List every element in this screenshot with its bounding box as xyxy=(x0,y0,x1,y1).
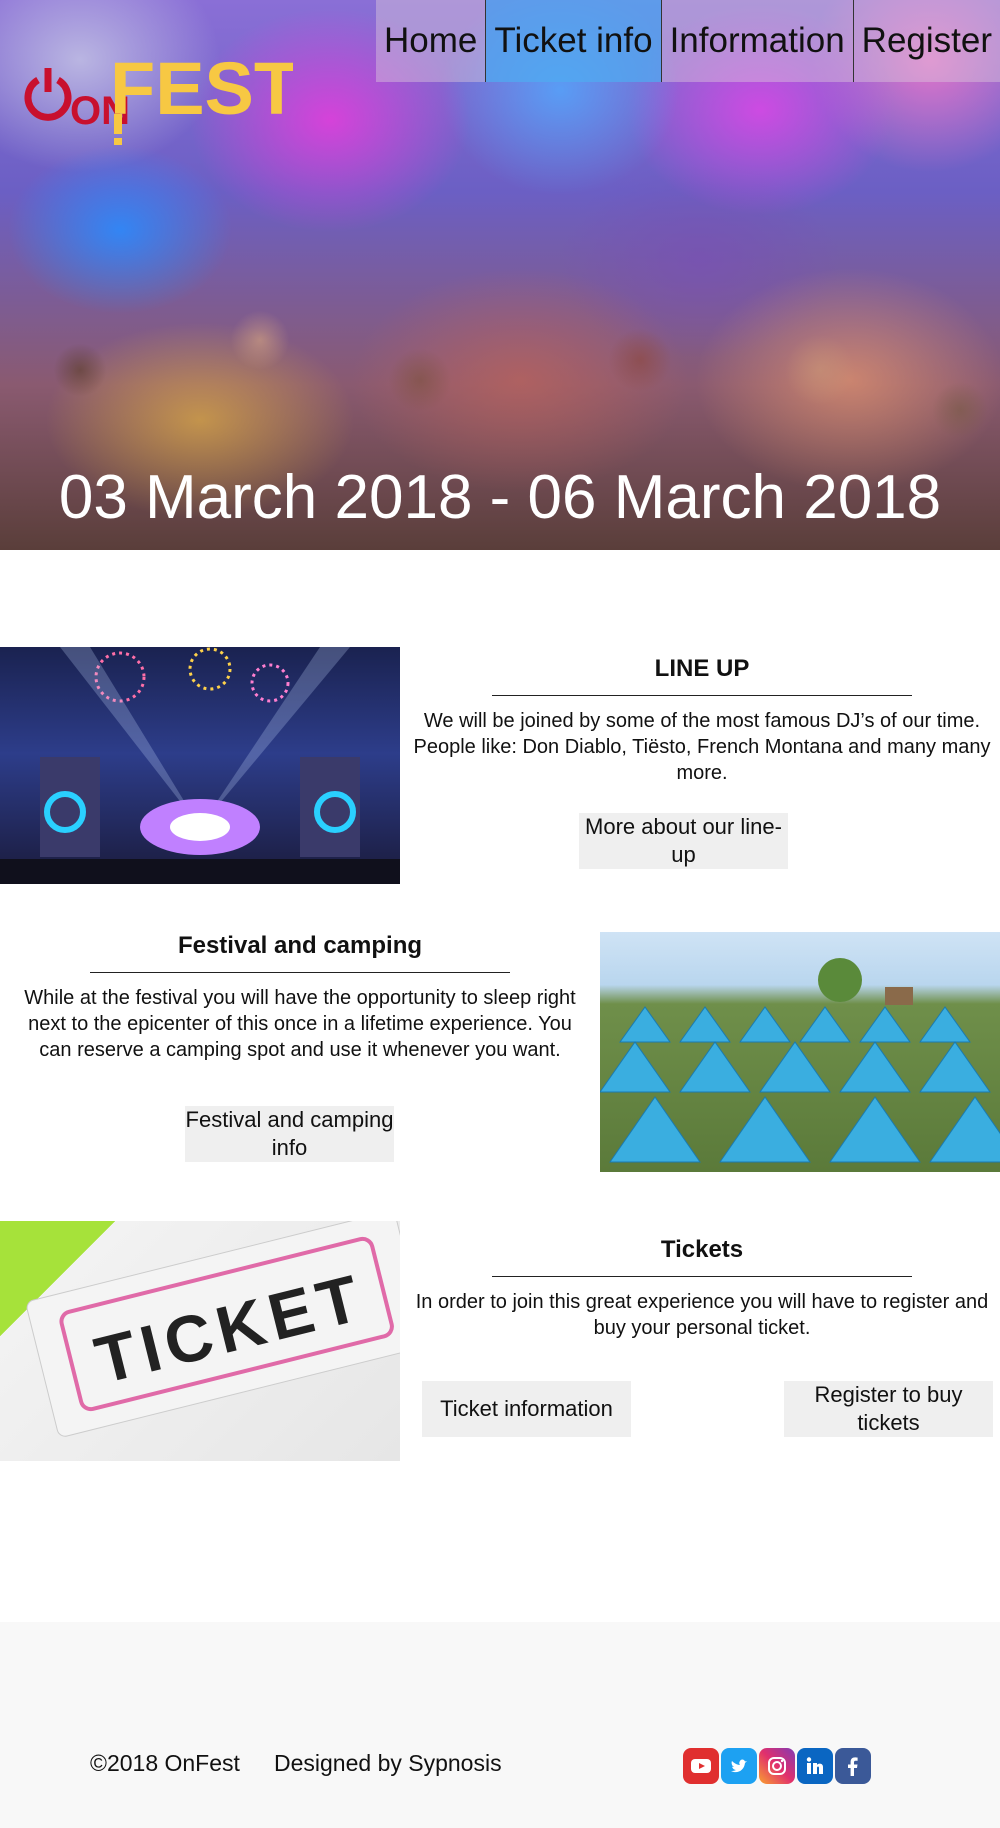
camping-title: Festival and camping xyxy=(177,932,423,959)
tickets-divider xyxy=(492,1276,912,1277)
lineup-text: We will be joined by some of the most fa… xyxy=(413,710,991,784)
ticket-information-button[interactable]: Ticket information xyxy=(422,1381,631,1437)
festival-dates: 03 March 2018 - 06 March 2018 xyxy=(58,463,942,532)
main-nav: Home Ticket info Information Register xyxy=(376,0,1000,82)
tickets-section: Tickets In order to join this great expe… xyxy=(412,1236,992,1341)
footer xyxy=(0,1622,1000,1828)
footer-copyright: ©2018 OnFest xyxy=(90,1750,240,1776)
register-buy-tickets-button[interactable]: Register to buy tickets xyxy=(784,1381,993,1437)
nav-register[interactable]: Register xyxy=(852,0,1000,82)
lineup-stage-image xyxy=(0,647,400,884)
youtube-icon[interactable] xyxy=(683,1748,719,1784)
camping-tents-image xyxy=(600,932,1000,1172)
footer-designed-by: Designed by Sypnosis xyxy=(274,1750,502,1776)
logo-fest-text: FEST xyxy=(110,52,293,130)
twitter-icon[interactable] xyxy=(721,1748,757,1784)
hero-banner: ON FEST Home Ticket info Information Reg… xyxy=(0,0,1000,550)
lineup-section: LINE UP We will be joined by some of the… xyxy=(412,655,992,786)
more-lineup-button[interactable]: More about our line-up xyxy=(579,813,788,869)
camping-info-button[interactable]: Festival and camping info xyxy=(185,1106,394,1162)
lineup-title: LINE UP xyxy=(654,655,750,682)
power-icon xyxy=(24,68,72,121)
nav-ticket-info[interactable]: Ticket info xyxy=(485,0,661,82)
linkedin-icon[interactable] xyxy=(797,1748,833,1784)
nav-home[interactable]: Home xyxy=(376,0,486,82)
tickets-title: Tickets xyxy=(660,1236,744,1263)
camping-section: Festival and camping While at the festiv… xyxy=(10,932,590,1063)
lineup-divider xyxy=(492,695,912,696)
camping-text: While at the festival you will have the … xyxy=(24,987,576,1061)
nav-information[interactable]: Information xyxy=(660,0,853,82)
ticket-image: TICKET xyxy=(0,1221,400,1461)
instagram-icon[interactable] xyxy=(759,1748,795,1784)
social-links xyxy=(683,1748,871,1784)
onfest-logo[interactable]: ON FEST xyxy=(18,52,293,147)
tickets-text: In order to join this great experience y… xyxy=(415,1291,989,1339)
camping-divider xyxy=(90,972,510,973)
facebook-icon[interactable] xyxy=(835,1748,871,1784)
